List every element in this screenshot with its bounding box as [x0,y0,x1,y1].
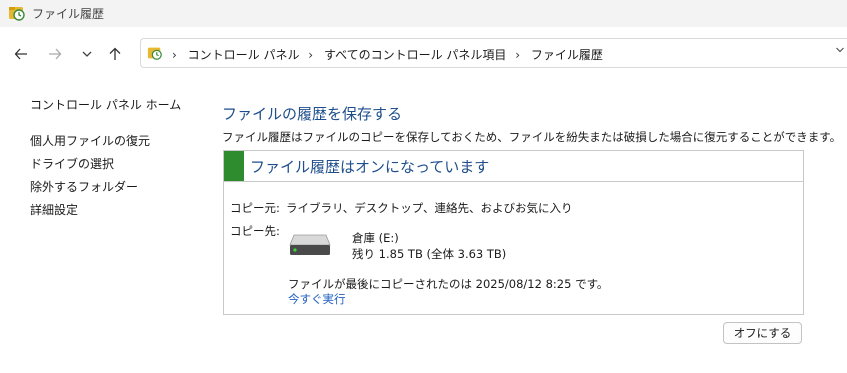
window-title: ファイル履歴 [32,7,105,21]
title-bar: ファイル履歴 [0,0,847,27]
breadcrumb-item-control-panel[interactable]: コントロール パネル [188,48,300,62]
page-title: ファイルの履歴を保存する [222,105,403,123]
chevron-right-icon[interactable]: › [515,48,520,62]
address-bar[interactable]: › コントロール パネル › すべてのコントロール パネル項目 › ファイル履歴 [140,38,847,68]
breadcrumb-item-file-history[interactable]: ファイル履歴 [531,48,603,62]
drive-space: 残り 1.85 TB (全体 3.63 TB) [352,247,507,261]
forward-arrow-icon[interactable] [44,43,66,65]
address-dropdown-icon[interactable] [835,45,845,58]
back-arrow-icon[interactable] [10,43,32,65]
last-copy-text: ファイルが最後にコピーされたのは 2025/08/12 8:25 です。 [288,277,609,291]
copy-from-label: コピー元: [230,201,280,215]
copy-from-value: ライブラリ、デスクトップ、連絡先、およびお気に入り [286,201,573,215]
status-indicator [224,151,244,181]
status-title: ファイル履歴はオンになっています [250,158,490,176]
copy-to-label: コピー先: [230,224,280,238]
sidebar-item-advanced-settings[interactable]: 詳細設定 [30,201,78,218]
drive-name: 倉庫 (E:) [352,231,399,245]
hard-drive-icon [289,234,331,255]
sidebar-item-select-drive[interactable]: ドライブの選択 [30,155,114,172]
run-now-link[interactable]: 今すぐ実行 [288,291,346,307]
sidebar-item-exclude-folders[interactable]: 除外するフォルダー [30,178,138,195]
file-history-icon [147,47,162,60]
page-description: ファイル履歴はファイルのコピーを保存しておくため、ファイルを紛失または破損した場… [222,130,842,144]
status-panel: ファイル履歴はオンになっています コピー元: ライブラリ、デスクトップ、連絡先、… [223,150,804,315]
breadcrumb-item-all-items[interactable]: すべてのコントロール パネル項目 [324,48,507,62]
file-history-icon [9,7,25,21]
sidebar-item-control-panel-home[interactable]: コントロール パネル ホーム [30,96,181,113]
chevron-down-icon[interactable] [76,43,98,65]
status-header: ファイル履歴はオンになっています [224,151,803,182]
chevron-right-icon[interactable]: › [308,48,313,62]
breadcrumb: › コントロール パネル › すべてのコントロール パネル項目 › ファイル履歴 [167,46,603,63]
turn-off-button[interactable]: オフにする [723,322,802,344]
up-arrow-icon[interactable] [104,43,126,65]
chevron-right-icon: › [172,48,177,62]
navigation-bar: › コントロール パネル › すべてのコントロール パネル項目 › ファイル履歴 [0,27,847,82]
sidebar-item-restore-personal-files[interactable]: 個人用ファイルの復元 [30,132,150,149]
